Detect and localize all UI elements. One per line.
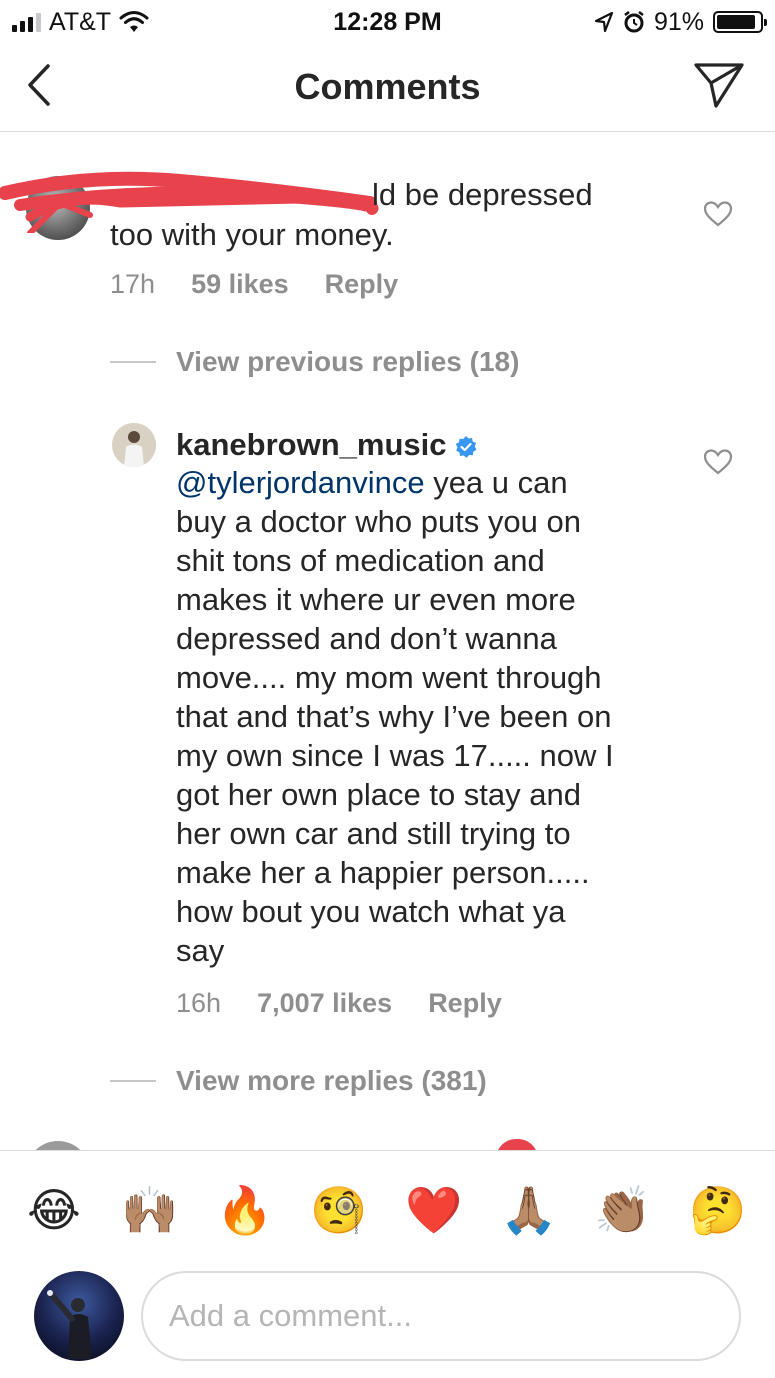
comment-meta: 17h 59 likes Reply [110,269,398,300]
likes-count[interactable]: 7,007 likes [257,988,392,1019]
avatar-photo [34,1271,124,1361]
emoji-red-heart[interactable]: ❤️ [405,1181,463,1239]
nav-bar: Comments [0,44,775,132]
reply-button[interactable]: Reply [325,269,399,300]
emoji-clapping-hands[interactable]: 👏🏽 [594,1181,652,1239]
avatar-figure [112,423,156,467]
reply-button[interactable]: Reply [428,988,502,1019]
view-previous-replies[interactable]: View previous replies (18) [110,346,519,378]
battery-percent: 91% [653,7,704,36]
divider-line [110,361,156,363]
alarm-icon [624,11,644,33]
comment-input[interactable] [141,1271,741,1361]
status-right-group: 91% [594,6,767,38]
avatar[interactable] [112,423,156,467]
emoji-thinking-face[interactable]: 🤔 [689,1181,747,1239]
partial-next-heart [496,1139,538,1150]
emoji-folded-hands[interactable]: 🙏🏽 [500,1181,558,1239]
comment-composer [0,1266,775,1378]
comments-list[interactable]: ld be depressed too with your money. 17h… [0,133,775,1150]
reply-header: kanebrown_music [176,425,478,464]
reply-time: 16h [176,988,222,1018]
divider-line [110,1080,156,1082]
status-bar: AT&T 12:28 PM 91% [0,0,775,44]
avatar[interactable] [26,1141,90,1150]
heart-icon[interactable] [703,448,733,476]
heart-icon[interactable] [703,200,733,228]
verified-badge-icon [456,435,477,458]
mention-link[interactable]: @tylerjordanvince [176,465,425,500]
emoji-fire[interactable]: 🔥 [216,1181,274,1239]
reply-text: @tylerjordanvince yea u can buy a doctor… [176,465,614,968]
likes-count[interactable]: 59 likes [191,269,289,300]
emoji-bar: 😂 🙌🏽 🔥 🧐 ❤️ 🙏🏽 👏🏽 🤔 [0,1150,775,1266]
paper-plane-icon[interactable] [693,60,745,110]
reply-username[interactable]: kanebrown_music [176,427,446,462]
view-more-replies[interactable]: View more replies (381) [110,1065,487,1097]
comment-time: 17h [110,269,156,299]
emoji-tears-of-joy[interactable]: 😂 [25,1181,83,1239]
page-title: Comments [294,66,481,107]
reply-meta: 16h 7,007 likes Reply [176,988,502,1019]
emoji-monocle-face[interactable]: 🧐 [310,1181,368,1239]
avatar [34,1271,124,1361]
battery-icon [713,11,767,33]
location-arrow-icon [594,11,614,33]
comment-text: ld be depressed [372,177,593,212]
comment-text-line2: too with your money. [110,217,394,252]
emoji-raised-hands[interactable]: 🙌🏽 [121,1181,179,1239]
